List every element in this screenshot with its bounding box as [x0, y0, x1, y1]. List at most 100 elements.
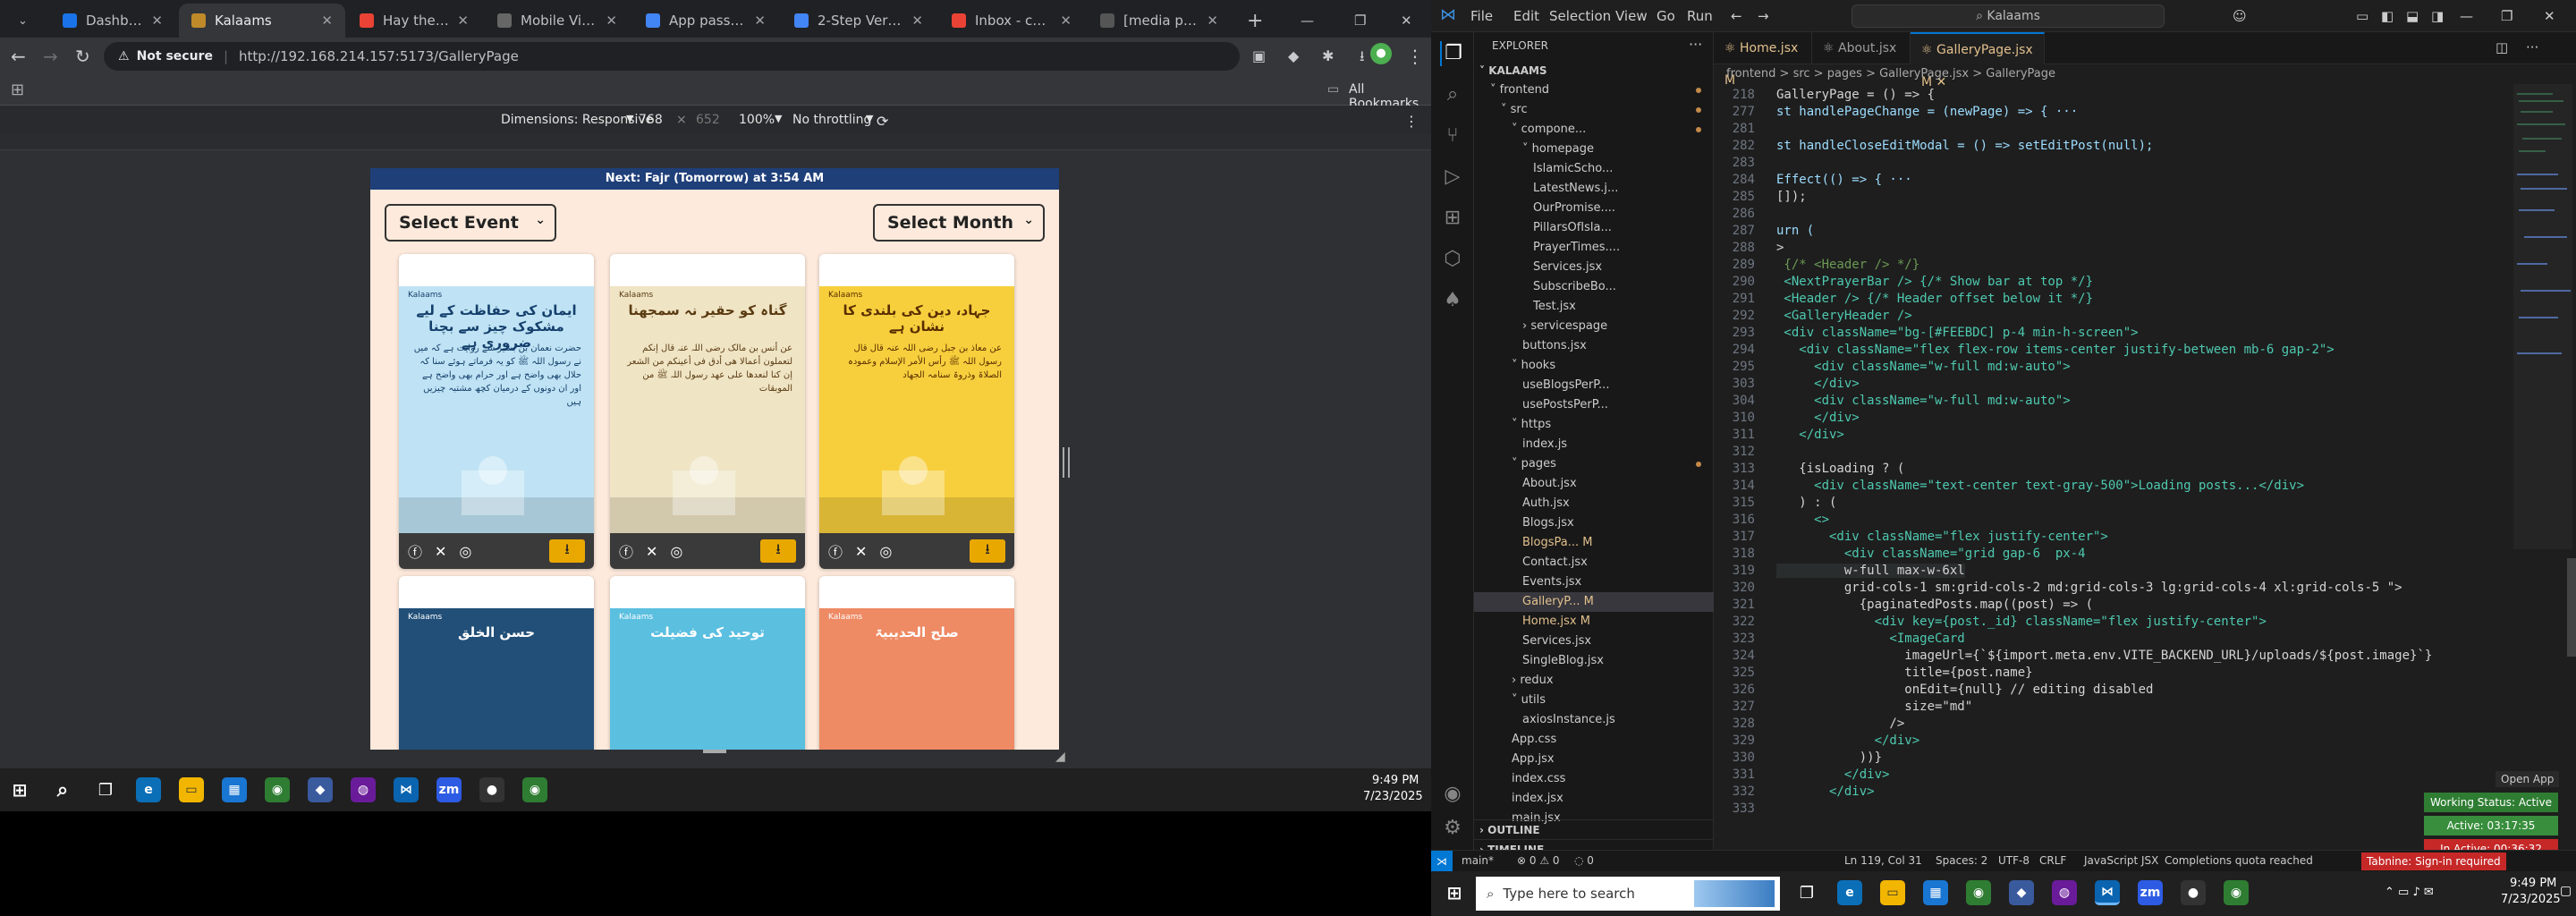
editor-tab[interactable]: ⚛ GalleryPage.jsx M ✕ [1911, 32, 2045, 89]
new-tab-button[interactable]: + [1234, 4, 1270, 38]
task-view-icon[interactable]: ❐ [1794, 880, 1819, 905]
task-view-icon[interactable]: ❐ [93, 777, 118, 802]
code-editor[interactable]: 218 GalleryPage = () => {277 st handlePage… [1714, 84, 2510, 850]
back-icon[interactable]: ← [1731, 8, 1742, 24]
x-share-icon[interactable]: ✕ [435, 543, 446, 560]
store-icon[interactable]: ▦ [222, 777, 247, 802]
windows-start-icon[interactable]: ⊞ [1442, 880, 1467, 905]
tray-icons[interactable]: ⌃ ▭ ♪ ✉ [2385, 886, 2434, 899]
post-image[interactable]: Kalaams جہاد، دین کی بلندی کا نشان ہے عن م… [819, 286, 1014, 533]
edge-icon[interactable]: e [1837, 880, 1862, 905]
profile-avatar[interactable]: ● [1370, 43, 1392, 64]
instagram-share-icon[interactable]: ◎ [670, 543, 682, 560]
tree-item[interactable]: buttons.jsx [1474, 336, 1714, 356]
tree-item[interactable]: Services.jsx [1474, 258, 1714, 277]
code-line[interactable]: []); [1776, 190, 1807, 204]
menu-view[interactable]: View [1615, 8, 1648, 24]
tree-item[interactable]: LatestNews.j... [1474, 179, 1714, 199]
github-icon[interactable]: ◍ [351, 777, 376, 802]
tree-item[interactable]: Contact.jsx [1474, 553, 1714, 572]
tree-item[interactable]: IslamicScho... [1474, 159, 1714, 179]
tree-item[interactable]: Blogs.jsx [1474, 513, 1714, 533]
back-icon[interactable]: ← [11, 45, 26, 68]
tree-item[interactable]: ˅ https [1474, 415, 1714, 435]
tree-item[interactable]: ˅ homepage [1474, 140, 1714, 159]
accounts-icon[interactable]: ◉ [1440, 782, 1465, 807]
download-button[interactable]: ⭳ [549, 539, 585, 563]
tree-item[interactable]: App.jsx [1474, 750, 1714, 769]
mongodb-leaf-icon[interactable]: ♠ [1440, 288, 1465, 313]
tree-item[interactable]: › servicespage [1474, 317, 1714, 336]
extensions-puzzle-icon[interactable]: ✱ [1322, 45, 1334, 68]
code-line[interactable]: <NextPrayerBar /> {/* Show bar at top */… [1776, 275, 2093, 289]
close-tab-icon[interactable]: ✕ [151, 13, 163, 29]
tree-item[interactable]: GalleryP... M [1474, 592, 1714, 612]
code-line[interactable]: <div className="flex justify-center"> [1776, 530, 2108, 544]
code-line[interactable]: /> [1776, 717, 1904, 731]
more-icon[interactable]: ··· [1689, 36, 1702, 53]
code-line[interactable]: </div> [1776, 377, 1860, 391]
encoding-indicator[interactable]: UTF-8 [1998, 854, 2029, 867]
tree-item[interactable]: App.css [1474, 730, 1714, 750]
tree-item[interactable]: BlogsPa... M [1474, 533, 1714, 553]
post-image[interactable]: Kalaams گناہ کو حقیر نہ سمجھنا عن أنس بن م… [610, 286, 805, 533]
open-app-button[interactable]: Open App [2496, 771, 2560, 787]
app-icon[interactable]: ● [2181, 880, 2206, 905]
code-line[interactable]: urn ( [1776, 224, 1814, 238]
code-line[interactable]: GalleryPage = () => { [1776, 88, 1935, 102]
copilot-icon[interactable]: ☺ [2233, 8, 2247, 24]
code-line[interactable]: <ImageCard [1776, 632, 1964, 646]
menu-file[interactable]: File [1470, 8, 1493, 24]
editor-tab[interactable]: ⚛ Home.jsx M [1714, 32, 1812, 88]
tree-item[interactable]: SingleBlog.jsx [1474, 651, 1714, 671]
code-line[interactable]: ))} [1776, 751, 1882, 765]
code-line[interactable]: <div className="bg-[#FEEBDC] p-4 min-h-s… [1776, 326, 2138, 340]
corner-resize-handle[interactable]: ◢ [1055, 750, 1065, 764]
minimap[interactable] [2510, 84, 2576, 850]
source-control-icon[interactable]: ⑂ [1440, 123, 1465, 148]
code-line[interactable]: </div> [1776, 768, 1890, 782]
tree-item[interactable]: › redux [1474, 671, 1714, 691]
language-indicator[interactable]: JavaScript JSX [2084, 854, 2158, 867]
code-line[interactable]: size="md" [1776, 700, 1972, 714]
file-explorer-icon[interactable]: ▭ [1880, 880, 1905, 905]
vscode-icon[interactable]: ⋈ [2095, 880, 2120, 905]
branch-indicator[interactable]: main* [1462, 854, 1494, 867]
close-tab-icon[interactable]: ✕ [1207, 13, 1218, 29]
browser-tab[interactable]: Mobile View Alig ✕ [485, 4, 630, 38]
extension-icon[interactable]: ▣ [1252, 45, 1266, 68]
code-line[interactable]: <div className="grid gap-6 px-4 [1776, 547, 2086, 561]
browser-tab[interactable]: Hay there ! - com ✕ [347, 4, 481, 38]
facebook-share-icon[interactable]: ⓕ [408, 540, 422, 562]
media-query-ruler[interactable] [0, 134, 1431, 150]
eol-indicator[interactable]: CRLF [2039, 854, 2066, 867]
forward-icon[interactable]: → [43, 45, 58, 68]
height-input[interactable]: 652 [696, 113, 720, 127]
code-line[interactable]: {paginatedPosts.map((post) => ( [1776, 598, 2093, 612]
split-editor-icon[interactable]: ◫ [2496, 39, 2508, 55]
tree-item[interactable]: useBlogsPerP... [1474, 376, 1714, 395]
tree-item[interactable]: ˅ hooks [1474, 356, 1714, 376]
tree-item[interactable]: ˅ pages [1474, 454, 1714, 474]
tree-item[interactable]: index.js [1474, 435, 1714, 454]
copilot-status[interactable]: Completions quota reached [2165, 854, 2313, 867]
menu-edit[interactable]: Edit [1513, 8, 1539, 24]
close-tab-icon[interactable]: ✕ [457, 13, 469, 29]
close-tab-icon[interactable]: ✕ [321, 13, 333, 29]
resize-handle[interactable] [1063, 447, 1070, 478]
edge-icon[interactable]: e [136, 777, 161, 802]
browser-tab[interactable]: Inbox - comtanix ✕ [939, 4, 1084, 38]
zoom-icon[interactable]: zm [436, 777, 462, 802]
x-share-icon[interactable]: ✕ [646, 543, 657, 560]
tree-item[interactable]: ˅ KALAAMS [1474, 61, 1714, 81]
code-line[interactable]: st handleCloseEditModal = () => setEditP… [1776, 139, 2153, 153]
tree-item[interactable]: usePostsPerP... [1474, 395, 1714, 415]
post-image[interactable]: Kalaams ایمان کی حفاظت کے لیے مشکوک چیز س… [399, 286, 594, 533]
app-icon[interactable]: ◆ [308, 777, 333, 802]
code-line[interactable]: grid-cols-1 sm:grid-cols-2 md:grid-cols-… [1776, 581, 2402, 595]
code-line[interactable]: <> [1776, 513, 1829, 527]
x-share-icon[interactable]: ✕ [855, 543, 867, 560]
tree-item[interactable]: ˅ compone... [1474, 120, 1714, 140]
code-line[interactable]: </div> [1776, 411, 1860, 425]
command-center-search[interactable]: ⌕ Kalaams [1852, 4, 2165, 28]
